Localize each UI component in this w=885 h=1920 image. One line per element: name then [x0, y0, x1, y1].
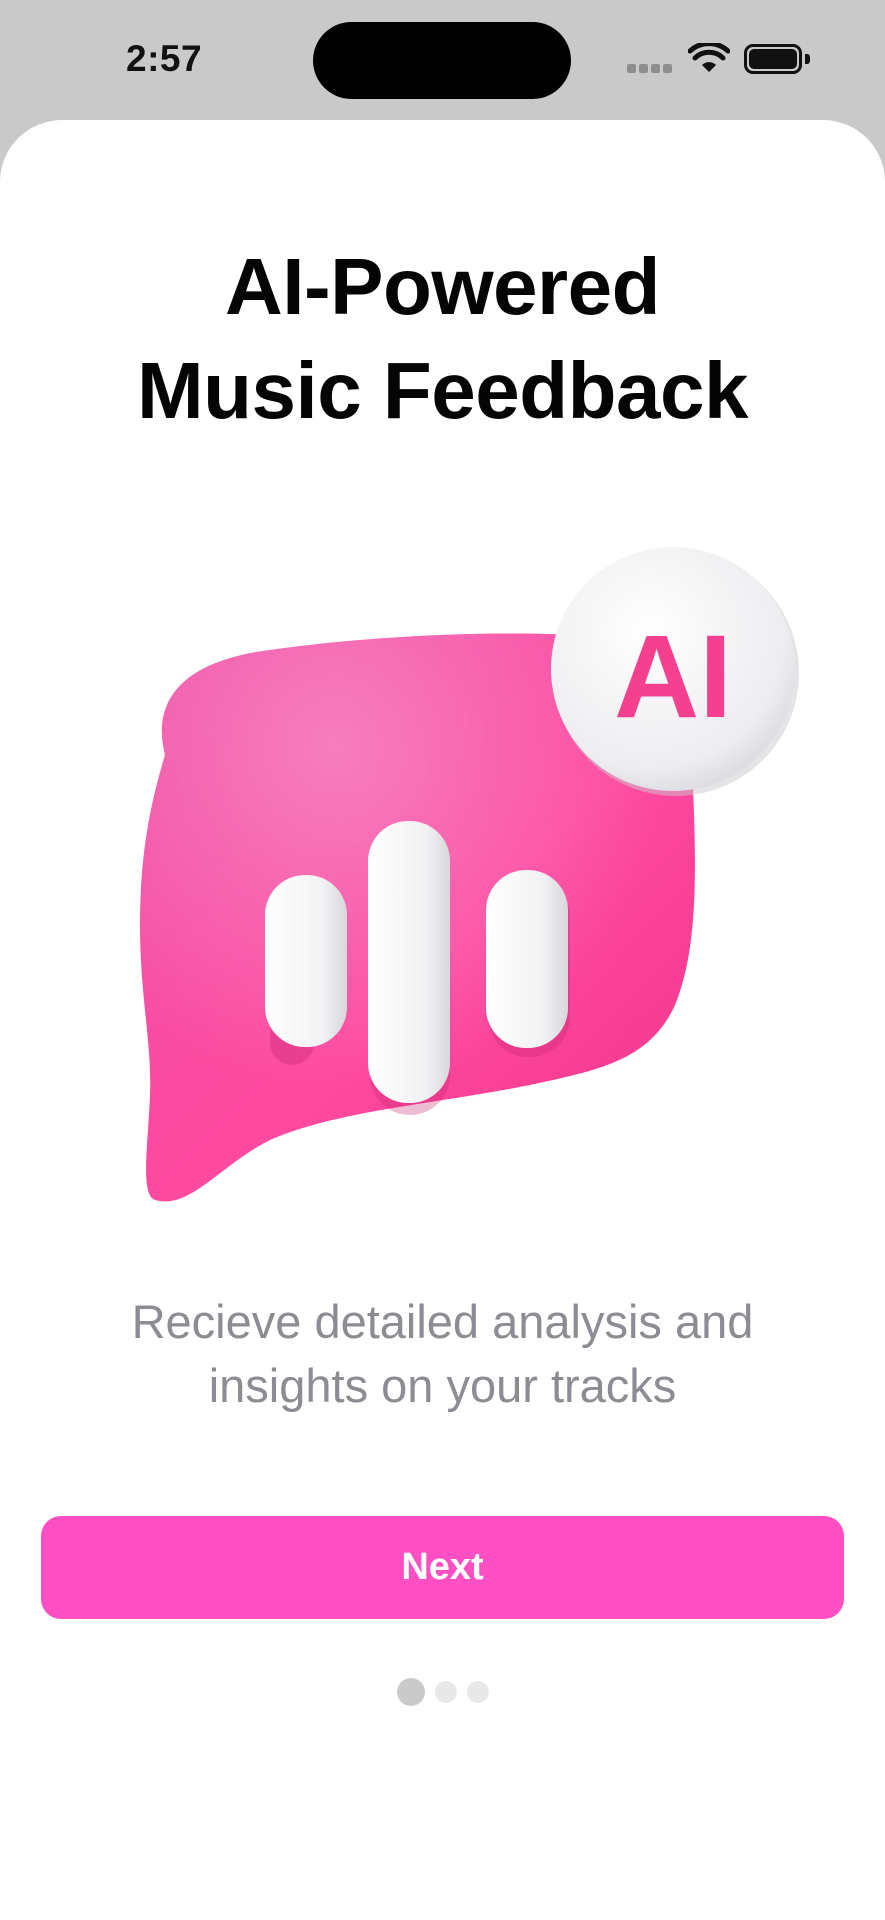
page-dot-1[interactable]	[396, 1678, 425, 1706]
next-button[interactable]: Next	[41, 1516, 844, 1619]
battery-icon	[744, 44, 810, 74]
status-bar: 2:57	[0, 0, 885, 120]
ai-badge-icon: AI	[551, 547, 799, 796]
onboarding-screen: 2:57 AI-Powered Music Feedback AI Reciev…	[0, 0, 885, 1920]
description-line-2: insights on your tracks	[208, 1359, 677, 1412]
onboarding-card: AI-Powered Music Feedback AI Recieve det…	[0, 120, 885, 1920]
title-line-1: AI-Powered	[224, 242, 661, 331]
onboarding-description: Recieve detailed analysis and insights o…	[40, 1290, 845, 1418]
dynamic-island	[313, 22, 571, 99]
description-line-1: Recieve detailed analysis and	[131, 1295, 754, 1348]
page-dot-3[interactable]	[466, 1681, 489, 1703]
page-dot-2[interactable]	[434, 1681, 457, 1703]
ai-badge-text: AI	[614, 611, 732, 743]
signal-icon	[627, 62, 673, 74]
page-title: AI-Powered Music Feedback	[0, 235, 885, 443]
ai-chat-bubble-illustration: AI	[140, 547, 799, 1202]
status-time: 2:57	[126, 38, 203, 79]
title-line-2: Music Feedback	[136, 346, 749, 435]
page-indicator[interactable]	[0, 1677, 885, 1707]
wifi-icon	[688, 43, 730, 72]
